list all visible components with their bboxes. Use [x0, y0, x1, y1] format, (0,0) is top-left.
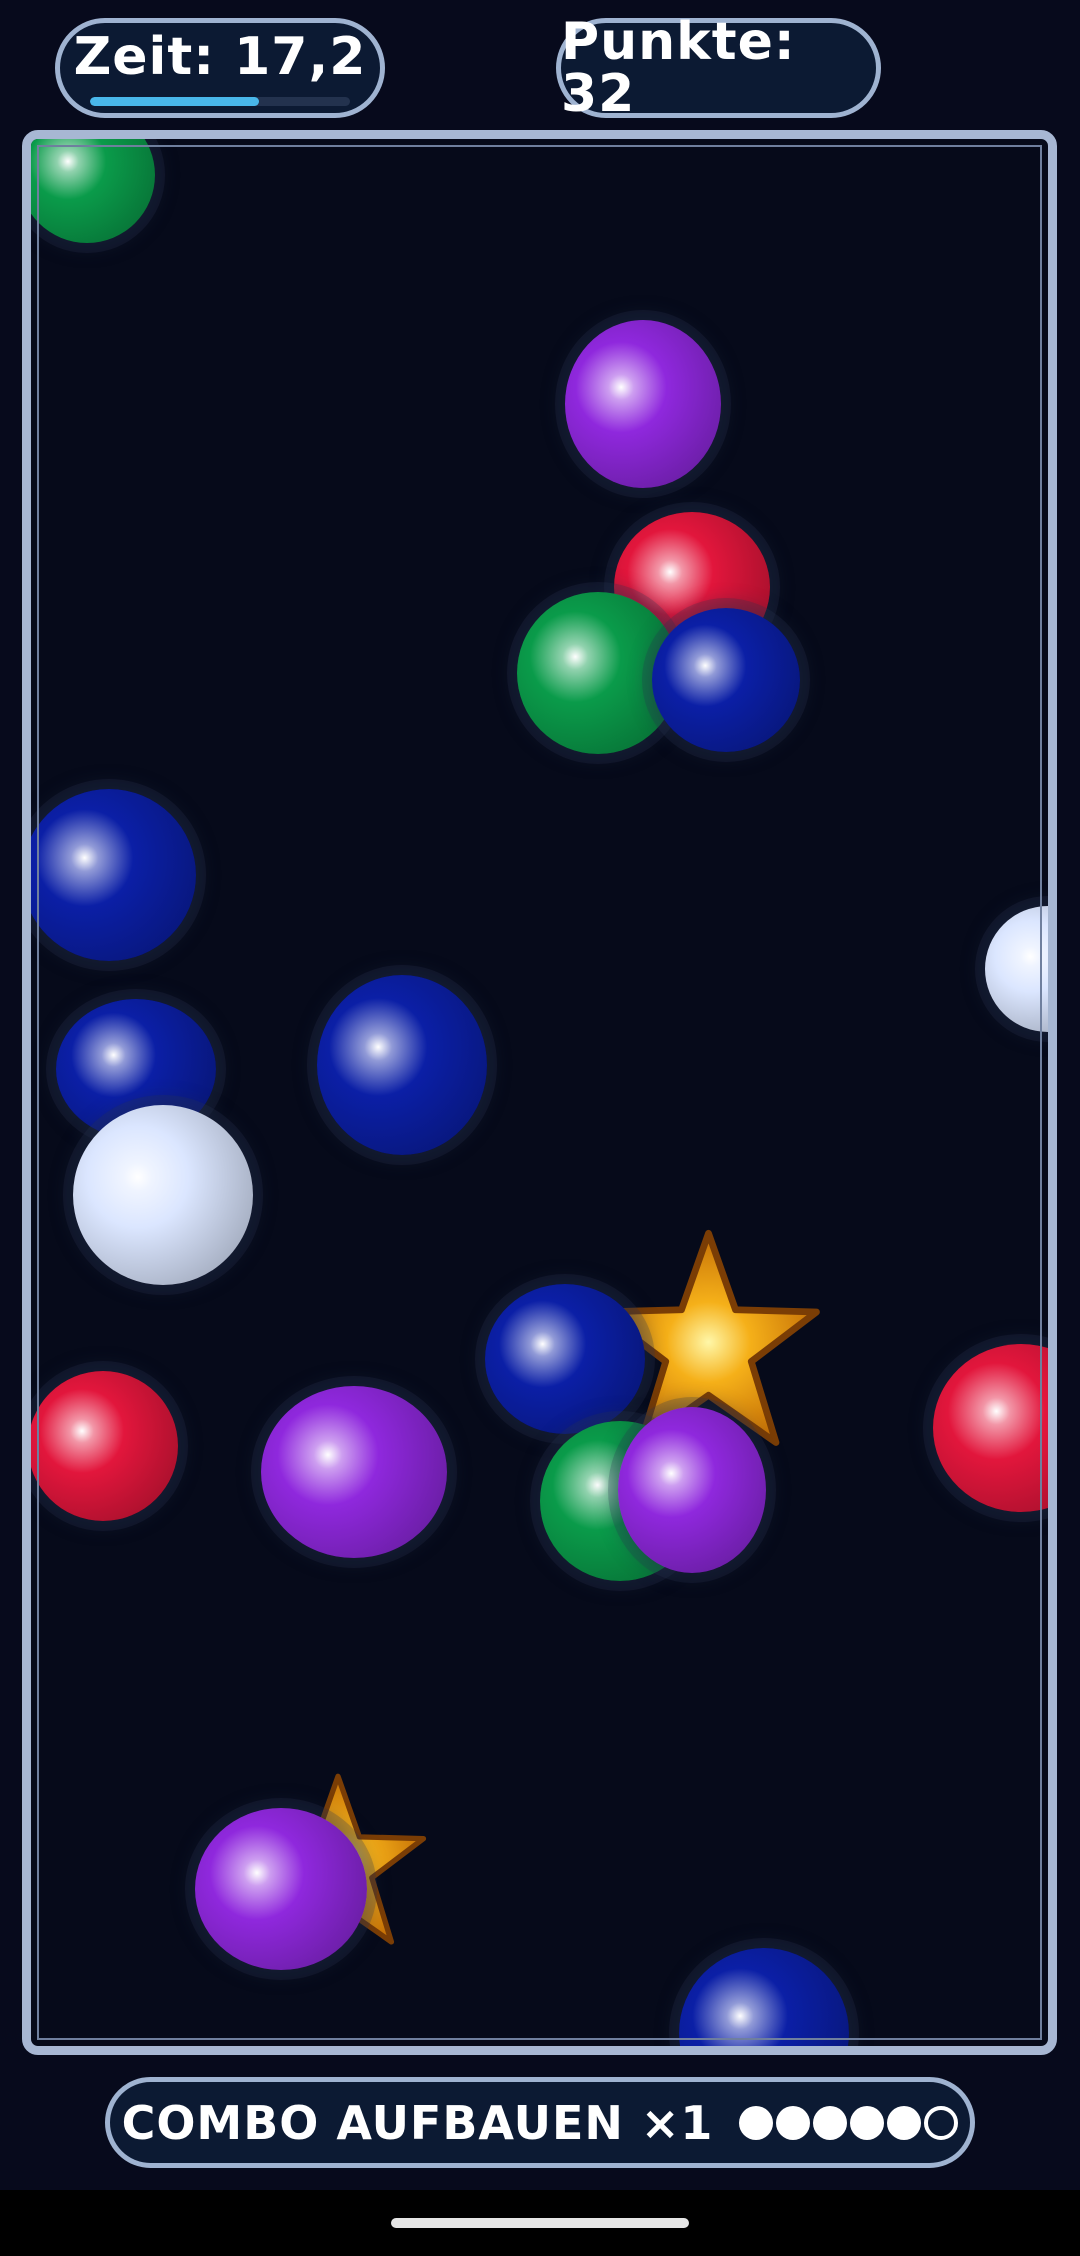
score-label: Punkte: 32	[561, 12, 796, 124]
combo-label: COMBO AUFBAUEN ×1	[121, 2095, 714, 2150]
combo-dot-filled	[813, 2105, 848, 2140]
field-objects-layer	[31, 139, 1048, 2046]
combo-bar: COMBO AUFBAUEN ×1	[105, 2077, 975, 2168]
ball-blue[interactable]	[317, 975, 487, 1155]
combo-dot-filled	[850, 2105, 885, 2140]
ball-purple[interactable]	[195, 1808, 367, 1970]
ball-white[interactable]	[985, 906, 1048, 1032]
ball-blue[interactable]	[31, 789, 196, 961]
ball-red[interactable]	[933, 1344, 1048, 1512]
combo-dot-empty	[924, 2105, 959, 2140]
ball-purple[interactable]	[261, 1386, 447, 1558]
combo-dot-filled	[887, 2105, 922, 2140]
timer-display: Zeit: 17,2	[55, 18, 385, 118]
ball-purple[interactable]	[565, 320, 721, 488]
ball-blue[interactable]	[652, 608, 800, 752]
playfield[interactable]	[22, 130, 1057, 2055]
ball-purple[interactable]	[618, 1407, 766, 1573]
combo-dot-filled	[739, 2105, 774, 2140]
ball-blue[interactable]	[679, 1948, 849, 2046]
system-nav-bar	[0, 2190, 1080, 2256]
ball-red[interactable]	[31, 1371, 178, 1521]
timer-progress-fill	[90, 96, 259, 106]
timer-label: Zeit: 17,2	[73, 26, 367, 87]
timer-progress-bar	[90, 96, 350, 106]
ball-green[interactable]	[31, 139, 155, 243]
ball-blue[interactable]	[485, 1284, 645, 1434]
combo-dots	[739, 2105, 959, 2140]
ball-white[interactable]	[73, 1105, 253, 1285]
home-indicator[interactable]	[391, 2218, 689, 2228]
combo-dot-filled	[776, 2105, 811, 2140]
score-display: Punkte: 32	[556, 12, 881, 124]
